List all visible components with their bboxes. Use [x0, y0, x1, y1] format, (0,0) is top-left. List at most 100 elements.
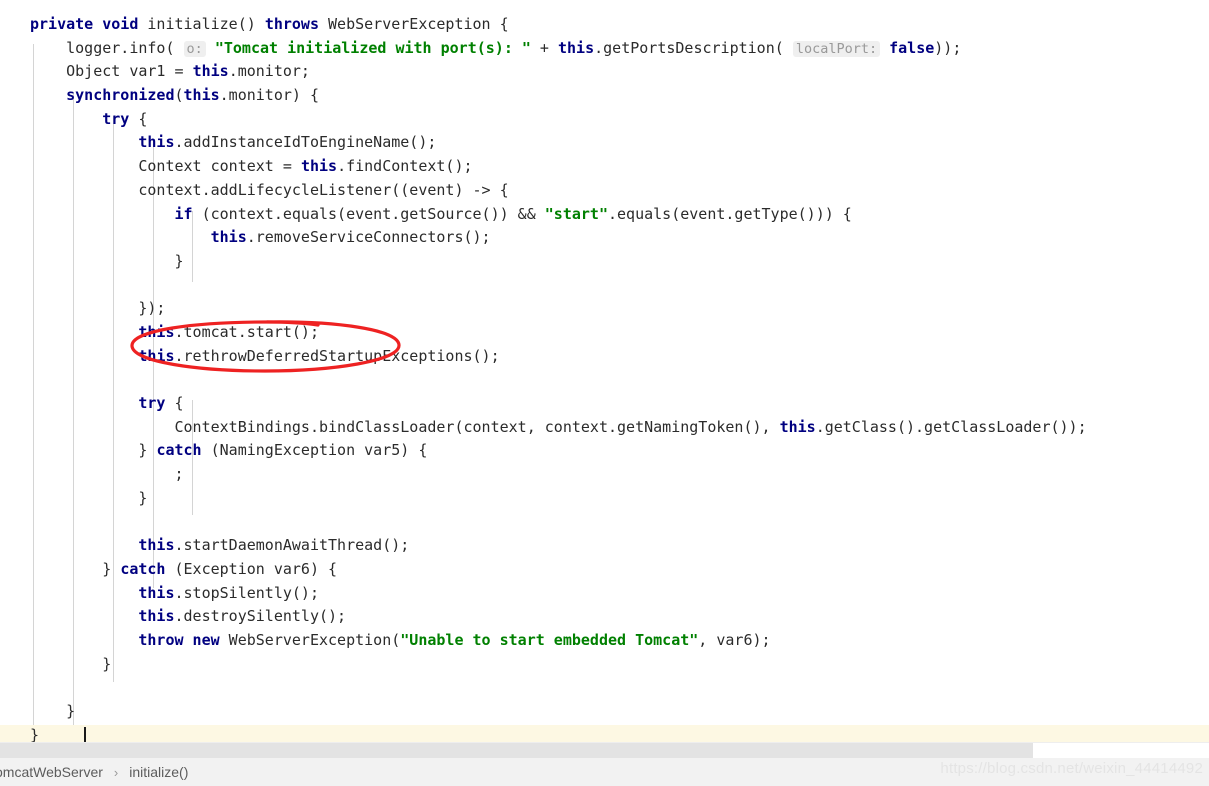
code-line: private void initialize() throws WebServ…: [0, 13, 1209, 37]
code-line: Object var1 = this.monitor;: [0, 60, 1209, 84]
code-token-kw: this: [779, 417, 816, 436]
code-token-kw: this: [183, 86, 220, 105]
breadcrumb-separator-icon: ›: [113, 764, 119, 780]
code-line: ;: [0, 463, 1209, 487]
watermark-text: https://blog.csdn.net/weixin_44414492: [940, 760, 1203, 777]
code-line: });: [0, 297, 1209, 321]
code-line: logger.info( o: "Tomcat initialized with…: [0, 37, 1209, 61]
code-token-pl: .removeServiceConnectors();: [246, 228, 491, 247]
code-token-pl: .findContext();: [337, 157, 473, 176]
code-token-hint: localPort:: [792, 40, 881, 57]
code-token-pl: context.addLifecycleListener((event) -> …: [138, 180, 509, 199]
code-token-pl: (Exception var6) {: [165, 559, 338, 578]
code-token-pl: }: [30, 725, 40, 742]
code-token-pl: .getPortsDescription(: [594, 38, 793, 57]
horizontal-scrollbar-thumb[interactable]: [0, 743, 1033, 759]
code-token-hint: o:: [183, 40, 206, 57]
code-line: synchronized(this.monitor) {: [0, 84, 1209, 108]
code-line: Context context = this.findContext();: [0, 155, 1209, 179]
code-token-kw: this: [138, 536, 175, 555]
code-token-pl: Context context =: [138, 157, 301, 176]
code-token-str: "Unable to start embedded Tomcat": [400, 630, 699, 649]
code-token-kw: this: [138, 583, 175, 602]
code-line: }: [0, 724, 1209, 742]
code-token-pl: }: [102, 559, 121, 578]
code-token-pl: +: [530, 38, 558, 57]
code-token-pl: .monitor) {: [219, 86, 319, 105]
code-line: this.startDaemonAwaitThread();: [0, 534, 1209, 558]
code-token-kw: this: [138, 607, 175, 626]
code-token-kw: this: [300, 157, 338, 176]
code-line: this.tomcat.start();: [0, 321, 1209, 345]
code-token-kw: throws: [264, 15, 319, 33]
code-line: } catch (Exception var6) {: [0, 558, 1209, 582]
code-content[interactable]: private void initialize() throws WebServ…: [0, 13, 1209, 742]
code-token-pl: .tomcat.start();: [174, 322, 320, 341]
code-token-str: "Tomcat initialized with port(s): ": [214, 38, 531, 57]
code-line: }: [0, 700, 1209, 724]
code-token-pl: ;: [174, 465, 184, 484]
code-line: }: [0, 653, 1209, 677]
breadcrumb-item-class[interactable]: omcatWebServer: [0, 764, 105, 780]
code-line: throw new WebServerException("Unable to …: [0, 629, 1209, 653]
code-token-pl: WebServerException(: [219, 630, 401, 649]
code-line: this.rethrowDeferredStartupExceptions();: [0, 345, 1209, 369]
code-token-pl: ContextBindings.bindClassLoader(context,…: [174, 417, 780, 436]
code-line: }: [0, 487, 1209, 511]
code-token-pl: (NamingException var5) {: [201, 441, 428, 460]
code-line: this.addInstanceIdToEngineName();: [0, 131, 1209, 155]
code-token-kw: this: [210, 228, 247, 247]
code-token-pl: (context.equals(event.getSource()) &&: [192, 204, 545, 223]
code-token-pl: WebServerException {: [319, 15, 509, 33]
code-token-pl: }: [138, 488, 148, 507]
code-token-pl: .startDaemonAwaitThread();: [174, 536, 410, 555]
horizontal-scrollbar-track[interactable]: [0, 742, 1209, 759]
code-token-pl: .rethrowDeferredStartupExceptions();: [174, 346, 500, 365]
code-token-kw: catch: [120, 559, 166, 578]
code-token-pl: .destroySilently();: [174, 607, 347, 626]
code-token-pl: {: [165, 394, 184, 412]
code-token-pl: }: [174, 251, 184, 270]
code-line: ContextBindings.bindClassLoader(context,…: [0, 416, 1209, 440]
code-line: try {: [0, 392, 1209, 416]
code-token-kw: try: [102, 109, 130, 128]
code-line: this.removeServiceConnectors();: [0, 226, 1209, 250]
code-token-pl: .getClass().getClassLoader());: [815, 417, 1087, 436]
code-editor[interactable]: private void initialize() throws WebServ…: [0, 0, 1209, 742]
code-token-pl: .monitor;: [228, 62, 310, 81]
code-token-kw: throw new: [138, 630, 220, 649]
code-token-kw: private void: [30, 15, 139, 33]
code-line: this.destroySilently();: [0, 605, 1209, 629]
code-token-kw: synchronized: [66, 86, 175, 105]
code-token-pl: .addInstanceIdToEngineName();: [174, 133, 437, 152]
code-token-pl: , var6);: [698, 630, 771, 649]
code-token-pl: {: [129, 109, 148, 128]
code-token-kw: try: [138, 394, 166, 412]
breadcrumb-item-method[interactable]: initialize(): [127, 764, 190, 780]
code-token-kw: if: [174, 204, 193, 223]
code-token-pl: }: [66, 701, 76, 720]
code-token-pl: .stopSilently();: [174, 583, 320, 602]
code-token-pl: }: [138, 441, 157, 460]
code-token-str: "start": [544, 204, 608, 223]
code-line: if (context.equals(event.getSource()) &&…: [0, 203, 1209, 227]
code-token-kw: catch: [156, 441, 202, 460]
code-token-pl: Object var1 =: [66, 62, 193, 81]
code-token-pl: logger.info(: [66, 38, 184, 57]
code-token-pl: (: [174, 86, 184, 105]
code-line: context.addLifecycleListener((event) -> …: [0, 179, 1209, 203]
text-caret: [84, 727, 87, 742]
code-token-kw: this: [558, 38, 595, 57]
code-token-kw: false: [889, 38, 935, 57]
code-token-kw: this: [138, 346, 175, 365]
code-line: this.stopSilently();: [0, 582, 1209, 606]
code-line: try {: [0, 108, 1209, 132]
code-token-pl: }: [102, 654, 112, 673]
code-line: } catch (NamingException var5) {: [0, 439, 1209, 463]
